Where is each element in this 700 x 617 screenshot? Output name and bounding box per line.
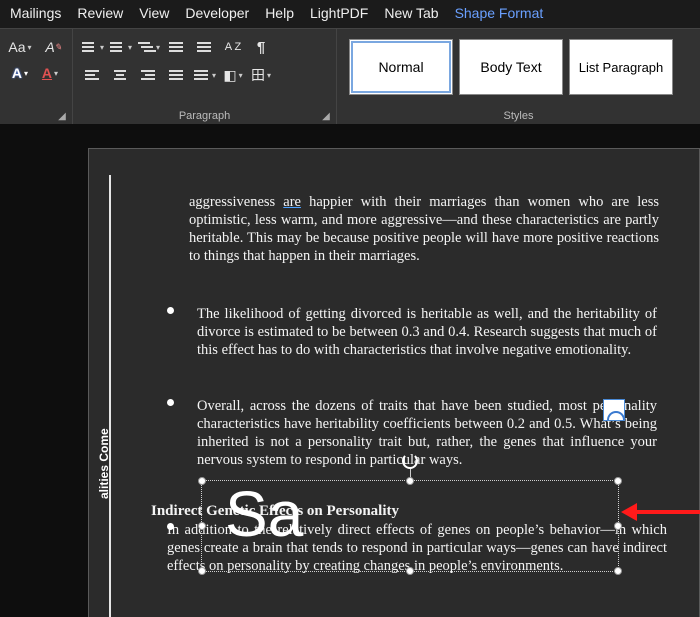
text-effects-icon: A: [12, 65, 22, 81]
shading-icon: ◧: [223, 67, 236, 84]
sort-button[interactable]: A Z: [221, 35, 245, 59]
style-list-paragraph[interactable]: List Paragraph: [569, 39, 673, 95]
resize-handle[interactable]: [406, 477, 414, 485]
menu-lightpdf[interactable]: LightPDF: [310, 5, 368, 21]
shading-button[interactable]: ◧: [221, 63, 245, 87]
body-paragraph: aggressiveness are happier with their ma…: [189, 193, 659, 266]
style-normal[interactable]: Normal: [349, 39, 453, 95]
line-spacing-button[interactable]: [193, 63, 217, 87]
resize-handle[interactable]: [614, 567, 622, 575]
bullet-icon: [167, 523, 174, 530]
paragraph-group-label: Paragraph: [81, 108, 328, 122]
side-vertical-label: alities Come: [97, 428, 111, 499]
bullet-item-1: The likelihood of getting divorced is he…: [167, 305, 667, 359]
style-body-text[interactable]: Body Text: [459, 39, 563, 95]
styles-group-label: Styles: [345, 108, 692, 122]
borders-button[interactable]: 田: [249, 63, 273, 87]
align-left-button[interactable]: [81, 63, 105, 87]
justify-button[interactable]: [165, 63, 189, 87]
menu-mailings[interactable]: Mailings: [10, 5, 61, 21]
ribbon-group-font: Aa A▾ A✎ A ◢: [0, 29, 72, 124]
justify-icon: [169, 69, 185, 81]
font-color-icon: A: [42, 65, 52, 81]
menu-help[interactable]: Help: [265, 5, 294, 21]
change-case-button[interactable]: Aa: [8, 35, 32, 59]
numbering-icon: [110, 41, 126, 53]
text-effects-button[interactable]: A▾: [8, 61, 32, 85]
ribbon-group-paragraph: A Z ¶ ◧ 田 Paragraph ◢: [72, 29, 336, 124]
sort-icon: A Z: [225, 43, 242, 52]
align-right-icon: [141, 69, 157, 81]
menu-shapeformat[interactable]: Shape Format: [455, 5, 544, 21]
page-left-rule: [109, 175, 111, 617]
menubar: Mailings Review View Developer Help Ligh…: [0, 0, 700, 28]
menu-developer[interactable]: Developer: [185, 5, 249, 21]
page[interactable]: alities Come aggressiveness are happier …: [88, 148, 700, 617]
numbering-button[interactable]: [109, 35, 133, 59]
bullet-icon: [167, 399, 174, 406]
align-right-button[interactable]: [137, 63, 161, 87]
multilevel-icon: [138, 41, 154, 53]
annotation-arrow: [617, 504, 700, 520]
ribbon-group-styles: Normal Body Text List Paragraph Styles: [336, 29, 700, 124]
increase-indent-icon: [197, 41, 213, 53]
bullets-icon: [82, 41, 98, 53]
resize-handle[interactable]: [614, 522, 622, 530]
resize-handle[interactable]: [198, 477, 206, 485]
increase-indent-button[interactable]: [193, 35, 217, 59]
document-area[interactable]: alities Come aggressiveness are happier …: [0, 124, 700, 617]
align-left-icon: [85, 69, 101, 81]
layout-options-icon[interactable]: [603, 399, 625, 421]
rotate-handle-icon[interactable]: [402, 453, 418, 469]
resize-handle[interactable]: [614, 477, 622, 485]
font-dialog-launcher-icon[interactable]: ◢: [56, 110, 68, 122]
spellcheck-underline: are: [283, 194, 301, 210]
align-center-button[interactable]: [109, 63, 133, 87]
resize-handle[interactable]: [198, 567, 206, 575]
decrease-indent-icon: [169, 41, 185, 53]
arrow-line-icon: [635, 510, 700, 514]
bullet-icon: [167, 307, 174, 314]
bullets-button[interactable]: [81, 35, 105, 59]
resize-handle[interactable]: [406, 567, 414, 575]
menu-review[interactable]: Review: [77, 5, 123, 21]
ribbon: Aa A▾ A✎ A ◢ A Z ¶: [0, 28, 700, 124]
menu-view[interactable]: View: [139, 5, 169, 21]
line-spacing-icon: [194, 69, 210, 81]
resize-handle[interactable]: [198, 522, 206, 530]
menu-newtab[interactable]: New Tab: [384, 5, 438, 21]
clear-formatting-button[interactable]: A✎: [38, 35, 62, 59]
textbox-selection[interactable]: [201, 480, 619, 572]
decrease-indent-button[interactable]: [165, 35, 189, 59]
show-marks-button[interactable]: ¶: [249, 35, 273, 59]
borders-icon: 田: [251, 65, 265, 85]
align-center-icon: [113, 69, 129, 81]
font-color-button[interactable]: A: [38, 61, 62, 85]
multilevel-button[interactable]: [137, 35, 161, 59]
clear-formatting-icon: A✎: [45, 39, 54, 55]
paragraph-dialog-launcher-icon[interactable]: ◢: [320, 110, 332, 122]
